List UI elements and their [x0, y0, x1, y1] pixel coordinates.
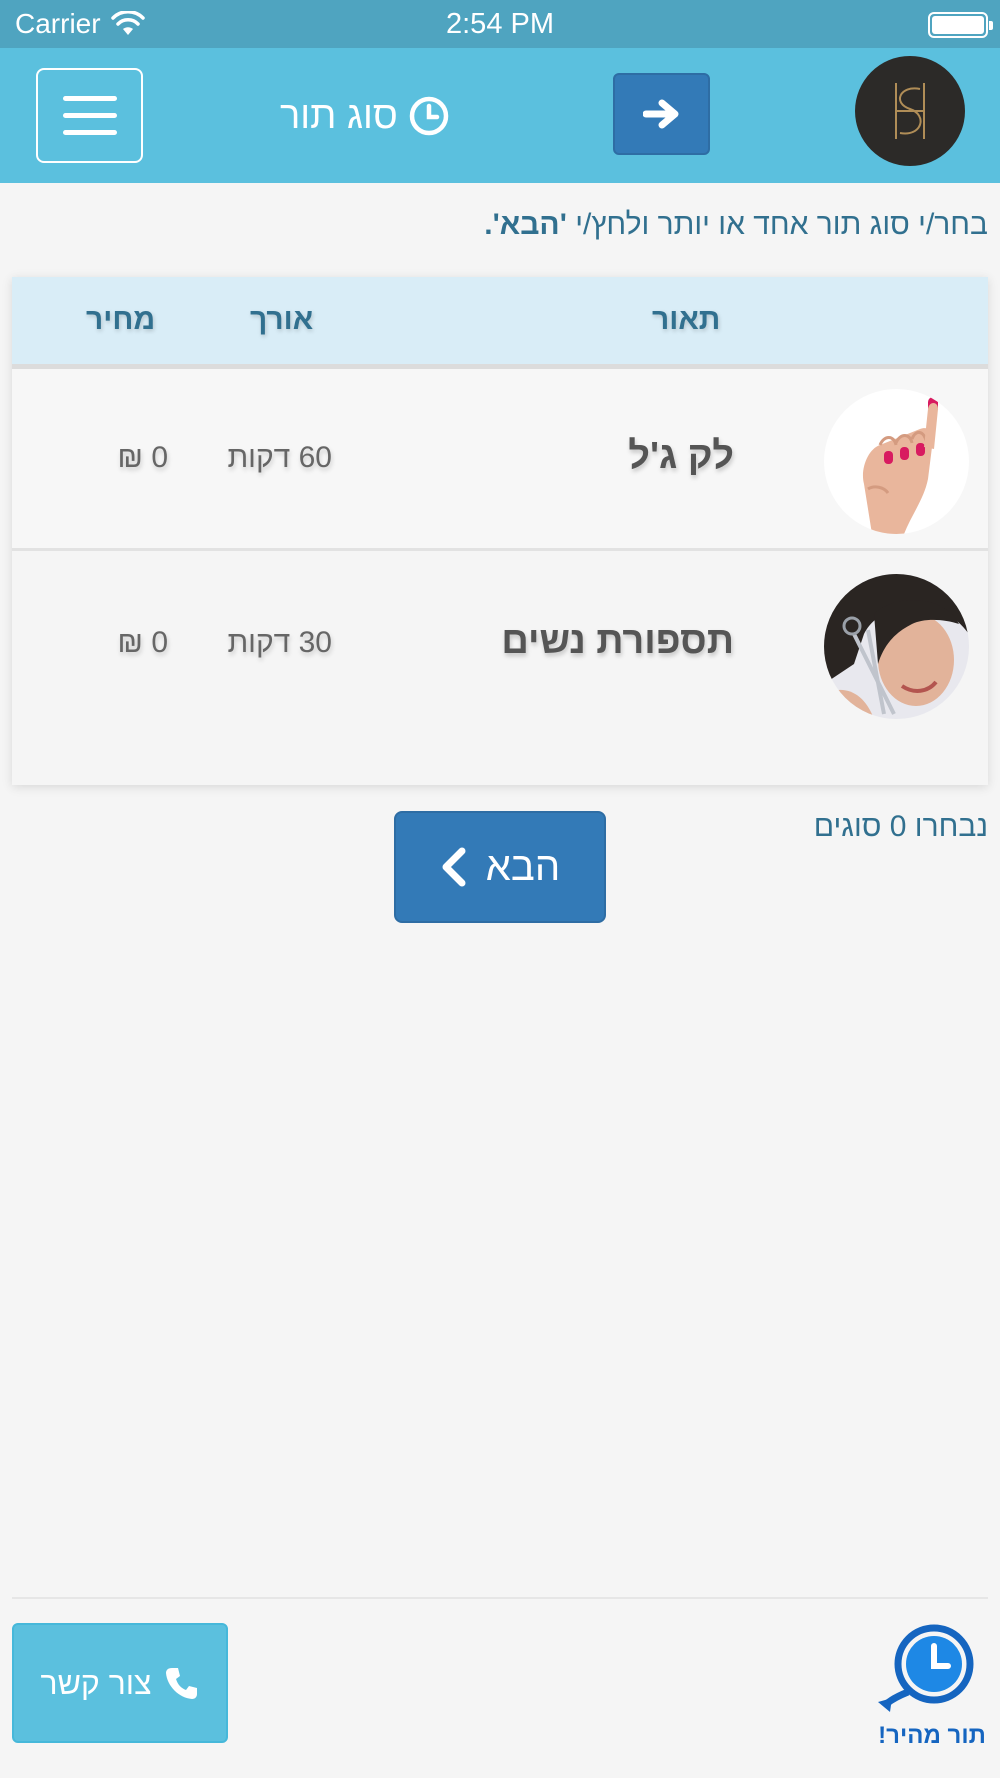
table-header: תאור אורך מחיר: [12, 277, 988, 369]
menu-icon-bar: [62, 113, 117, 118]
instruction-text: בחר/י סוג תור אחד או יותר ולחץ/י 'הבא'.: [88, 208, 988, 242]
forward-arrow-button[interactable]: [613, 73, 710, 155]
chevron-left-icon: [442, 847, 466, 887]
instruction-emphasis: 'הבא'.: [484, 208, 567, 241]
next-button-label: הבא: [485, 844, 561, 889]
menu-button[interactable]: [36, 68, 143, 163]
app-header: סוג תור: [0, 48, 1000, 183]
selected-count: נבחרו 0 סוגים: [813, 810, 988, 843]
footer-divider: [12, 1597, 988, 1599]
service-image: [824, 389, 969, 534]
page-title-text: סוג תור: [280, 94, 398, 137]
page-title: סוג תור: [280, 88, 480, 144]
menu-icon-bar: [62, 96, 117, 101]
hand-nails-photo-icon: [824, 389, 969, 534]
menu-icon-bar: [62, 130, 117, 135]
column-header-description: תאור: [652, 303, 721, 336]
battery-icon: [928, 12, 993, 38]
service-length: 30 דקות: [227, 626, 332, 659]
services-table: תאור אורך מחיר לק ג'ל 60 דקות 0 ₪ תספורת…: [12, 277, 988, 785]
phone-icon: [165, 1668, 197, 1699]
stopwatch-logo-icon: [878, 1624, 974, 1712]
next-button[interactable]: הבא: [394, 811, 606, 923]
contact-button[interactable]: צור קשר: [12, 1623, 228, 1743]
service-name: לק ג'ל: [628, 435, 734, 477]
table-row[interactable]: תספורת נשים 30 דקות 0 ₪: [12, 554, 988, 736]
status-time: 2:54 PM: [446, 8, 554, 40]
service-image: [824, 574, 969, 719]
contact-button-label: צור קשר: [40, 1664, 152, 1701]
column-header-length: אורך: [250, 303, 314, 336]
brand-text: תור מהיר!: [878, 1722, 986, 1749]
service-price: 0 ₪: [117, 626, 169, 659]
logo-monogram-icon: [895, 83, 925, 139]
arrow-right-icon: [642, 99, 678, 129]
clock-icon: [409, 96, 449, 136]
service-length: 60 דקות: [227, 441, 332, 474]
status-bar: Carrier 2:54 PM: [0, 0, 1000, 48]
instruction-prefix: בחר/י סוג תור אחד או יותר ולחץ/י: [575, 208, 988, 241]
table-row[interactable]: לק ג'ל 60 דקות 0 ₪: [12, 369, 988, 551]
service-price: 0 ₪: [117, 441, 169, 474]
woman-haircut-photo-icon: [824, 574, 969, 719]
business-logo: [855, 56, 965, 166]
column-header-price: מחיר: [86, 303, 156, 336]
service-name: תספורת נשים: [501, 620, 734, 662]
app-brand[interactable]: תור מהיר!: [868, 1622, 996, 1762]
